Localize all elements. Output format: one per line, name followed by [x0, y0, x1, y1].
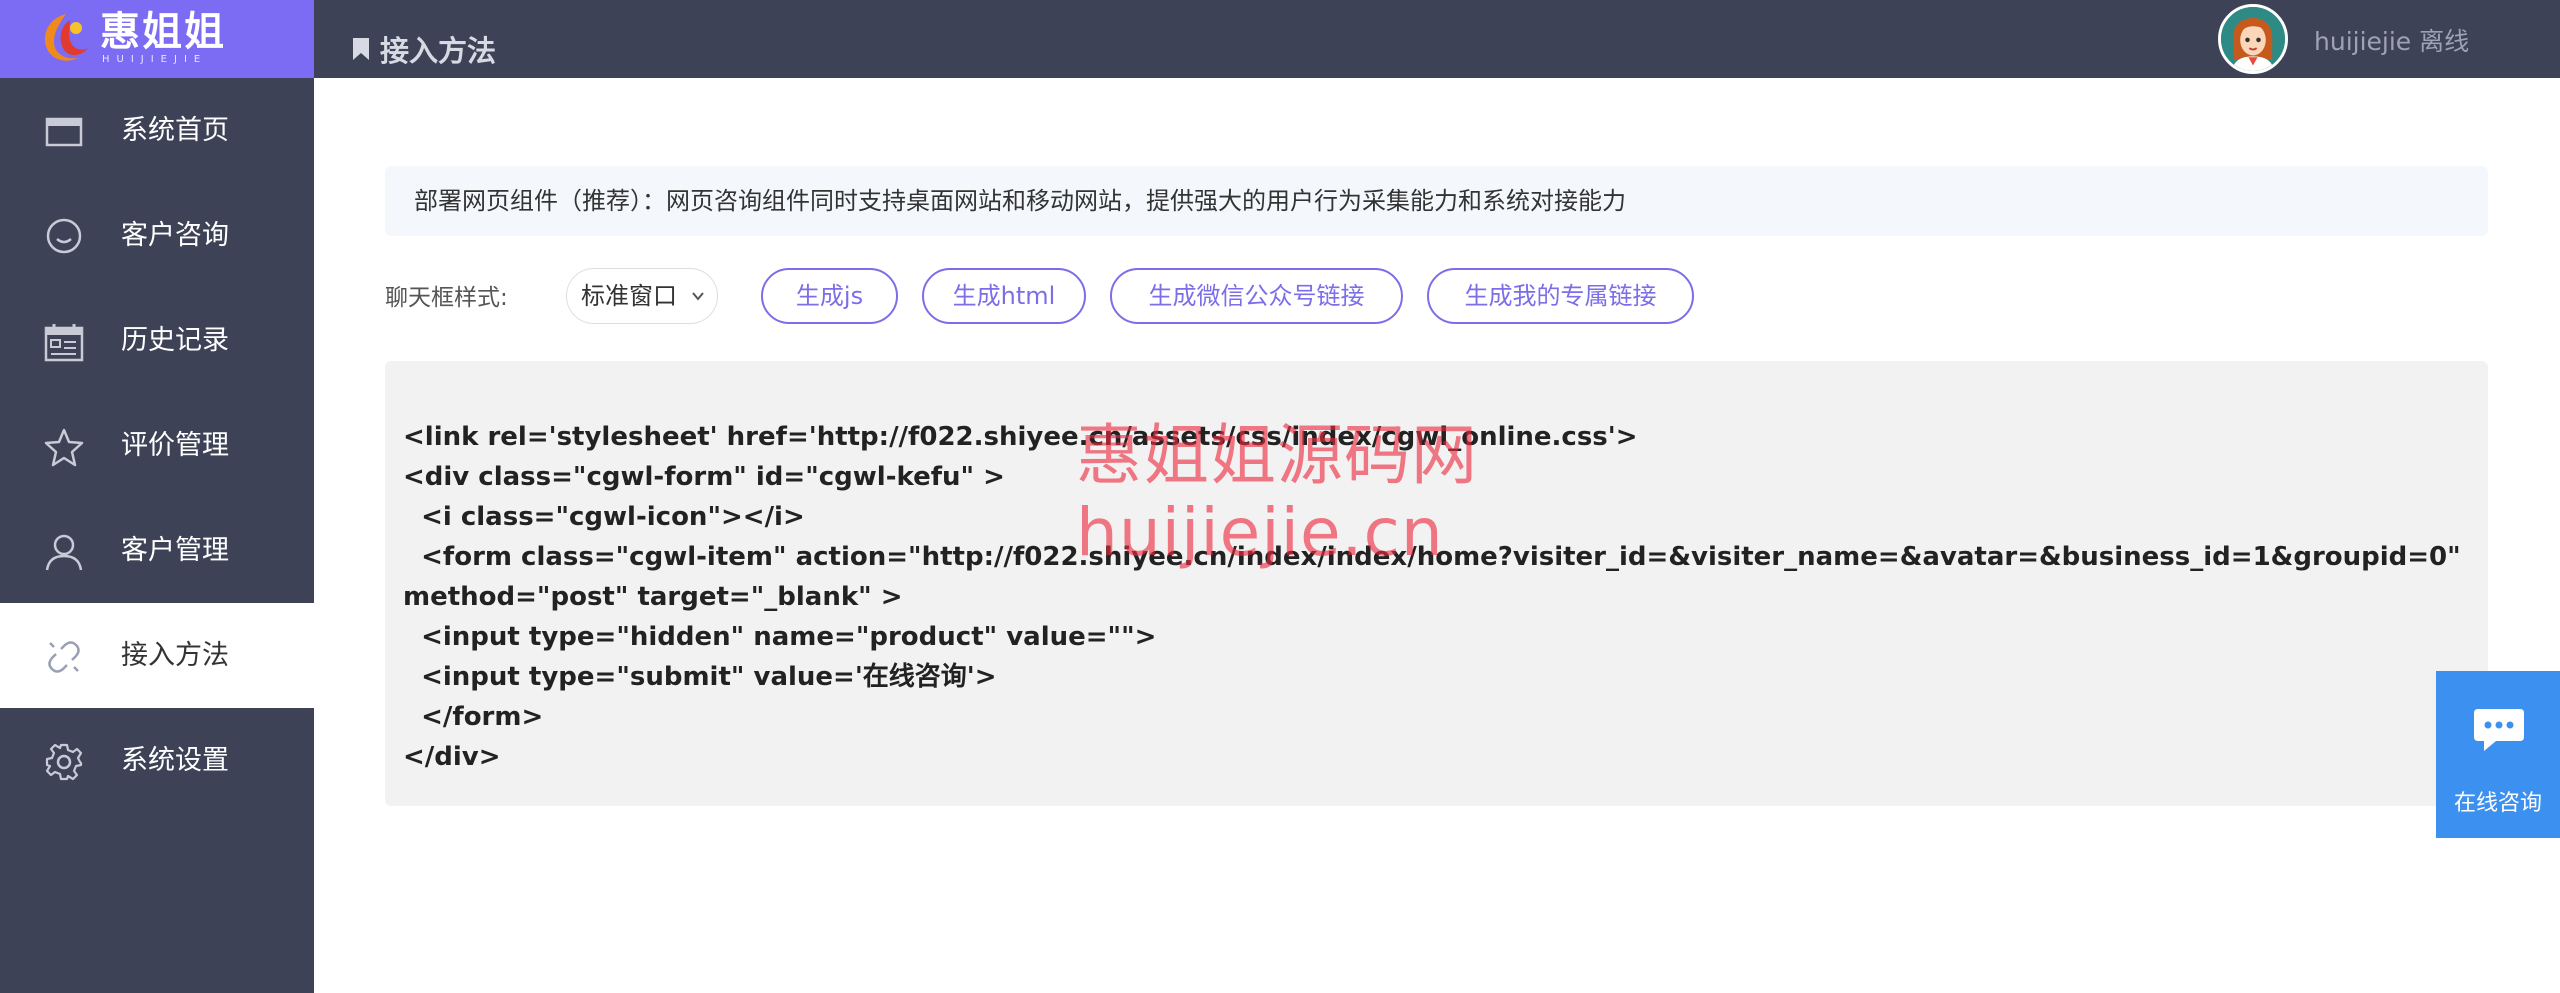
online-consult-float-button[interactable]: 在线咨询 [2436, 671, 2560, 838]
page-title-text: 接入方法 [380, 34, 497, 68]
sidebar-item-customers[interactable]: 客户管理 [0, 498, 314, 603]
sidebar-item-label: 接入方法 [121, 640, 229, 671]
sidebar-item-rating[interactable]: 评价管理 [0, 393, 314, 498]
user-status[interactable]: huijiejie 离线 [2314, 22, 2469, 58]
generate-personal-link-button[interactable]: 生成我的专属链接 [1427, 268, 1694, 324]
sidebar-item-consult[interactable]: 客户咨询 [0, 183, 314, 288]
topbar: 接入方法 huijiejie 离线 [314, 0, 2560, 78]
generate-html-button[interactable]: 生成html [922, 268, 1086, 324]
watermark-line2: huijiejie.cn [1076, 494, 1444, 571]
sidebar-item-integration[interactable]: 接入方法 [0, 603, 314, 708]
star-icon [44, 428, 84, 467]
sidebar-item-home[interactable]: 系统首页 [0, 78, 314, 183]
online-consult-label: 在线咨询 [2453, 791, 2542, 816]
code-line: <div class="cgwl-form" id="cgwl-kefu" > [403, 462, 1005, 492]
window-icon [45, 117, 83, 147]
sidebar-item-label: 客户咨询 [121, 220, 229, 251]
gear-icon [45, 743, 83, 781]
sidebar-item-label: 历史记录 [121, 325, 229, 356]
code-line: <input type="hidden" name="product" valu… [403, 622, 1157, 652]
sidebar-item-label: 客户管理 [121, 535, 229, 566]
brand-subtitle: HUIJIEJIE [102, 54, 208, 65]
user-icon [45, 534, 83, 571]
generate-js-button[interactable]: 生成js [761, 268, 898, 324]
chat-bubble-icon [46, 218, 82, 254]
chat-style-value: 标准窗口 [581, 282, 677, 310]
brand-name: 惠姐姐 [100, 9, 226, 55]
watermark-line1: 惠姐姐源码网 [1076, 417, 1478, 494]
sidebar-item-history[interactable]: 历史记录 [0, 288, 314, 393]
calendar-list-icon [44, 324, 84, 362]
sidebar: 系统首页 客户咨询 历史记录 评价管理 客户管理 接入方法 系统设置 [0, 78, 314, 993]
sidebar-item-label: 系统首页 [121, 115, 229, 146]
chat-style-label: 聊天框样式: [385, 285, 508, 311]
integration-notice: 部署网页组件（推荐）：网页咨询组件同时支持桌面网站和移动网站，提供强大的用户行为… [385, 166, 2488, 236]
brand-logo[interactable]: 惠姐姐 HUIJIEJIE [0, 0, 314, 78]
brand-logo-icon [44, 14, 88, 61]
generate-wechat-link-button[interactable]: 生成微信公众号链接 [1110, 268, 1403, 324]
avatar-image [2221, 7, 2285, 71]
chevron-down-icon [692, 292, 704, 301]
code-line: <i class="cgwl-icon"></i> [403, 502, 805, 532]
bookmark-icon [353, 38, 369, 60]
sidebar-item-label: 评价管理 [121, 430, 229, 461]
sidebar-item-label: 系统设置 [121, 745, 229, 776]
sidebar-item-settings[interactable]: 系统设置 [0, 708, 314, 813]
page-title: 接入方法 [352, 28, 496, 70]
code-line: </div> [403, 742, 501, 772]
chat-bubbles-icon [2474, 709, 2524, 751]
code-line: method="post" target="_blank" > [403, 582, 903, 612]
chat-style-select[interactable]: 标准窗口 [566, 268, 718, 324]
avatar[interactable] [2218, 4, 2288, 74]
code-line: <input type="submit" value='在线咨询'> [403, 662, 997, 692]
link-icon [48, 641, 80, 673]
code-line: </form> [403, 702, 544, 732]
